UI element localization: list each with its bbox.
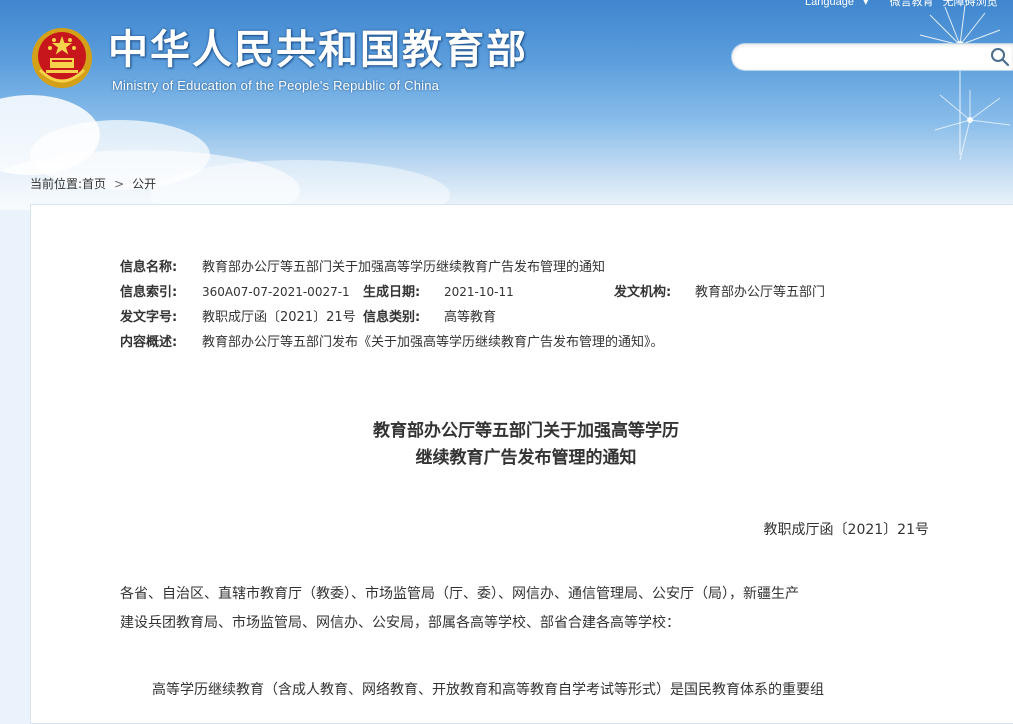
meta-category-label: 信息类别:	[363, 310, 421, 325]
breadcrumb-label: 当前位置:	[30, 177, 83, 191]
weiyan-link[interactable]: 微言教育	[890, 0, 934, 8]
breadcrumb: 当前位置:首页 > 公开	[30, 175, 156, 192]
accessibility-link[interactable]: 无障碍浏览	[943, 0, 998, 8]
document-title: 教育部办公厅等五部门关于加强高等学历 继续教育广告发布管理的通知	[31, 418, 1013, 472]
meta-name-value: 教育部办公厅等五部门关于加强高等学历继续教育广告发布管理的通知	[202, 260, 606, 275]
addressee-paragraph: 各省、自治区、直辖市教育厅（教委）、市场监管局（厅、委）、网信办、通信管理局、公…	[120, 580, 920, 638]
document-title-line: 继续教育广告发布管理的通知	[415, 448, 637, 468]
meta-docno-label: 发文字号:	[120, 310, 178, 325]
body-line: 高等学历继续教育（含成人教育、网络教育、开放教育和高等教育自学考试等形式）是国民…	[152, 682, 824, 698]
site-subtitle: Ministry of Education of the People's Re…	[112, 78, 440, 93]
chevron-down-icon[interactable]: ▾	[863, 0, 869, 8]
meta-org-label: 发文机构:	[614, 285, 672, 300]
content-panel: 信息名称: 教育部办公厅等五部门关于加强高等学历继续教育广告发布管理的通知 信息…	[30, 204, 1013, 724]
meta-name-label: 信息名称:	[120, 260, 178, 275]
meta-index-label: 信息索引:	[120, 285, 178, 300]
breadcrumb-public[interactable]: 公开	[132, 177, 156, 191]
document-number: 教职成厅函〔2021〕21号	[763, 522, 929, 538]
search-box	[731, 43, 1013, 71]
meta-docno-value: 教职成厅函〔2021〕21号	[202, 310, 356, 325]
meta-summary-value: 教育部办公厅等五部门发布《关于加强高等学历继续教育广告发布管理的通知》。	[202, 335, 664, 350]
addressee-line: 各省、自治区、直辖市教育厅（教委）、市场监管局（厅、委）、网信办、通信管理局、公…	[120, 586, 799, 602]
meta-summary-label: 内容概述:	[120, 335, 178, 350]
top-links: Language ▾ 微言教育 无障碍浏览	[805, 0, 1004, 9]
national-emblem-icon[interactable]	[30, 26, 94, 92]
dandelion-decoration	[934, 90, 1011, 161]
meta-org-value: 教育部办公厅等五部门	[695, 285, 826, 300]
meta-date-value: 2021-10-11	[444, 285, 514, 299]
language-link[interactable]: Language	[805, 0, 854, 8]
site-title[interactable]: 中华人民共和国教育部	[108, 26, 528, 74]
breadcrumb-separator: >	[114, 177, 125, 191]
meta-date-label: 生成日期:	[363, 285, 421, 300]
meta-index-value: 360A07-07-2021-0027-1	[202, 285, 350, 299]
search-input[interactable]	[744, 46, 988, 70]
meta-category-value: 高等教育	[444, 310, 497, 325]
document-title-line: 教育部办公厅等五部门关于加强高等学历	[373, 421, 679, 441]
addressee-line: 建设兵团教育局、市场监管局、网信办、公安局，部属各高等学校、部省合建各高等学校：	[120, 615, 680, 631]
body-paragraph: 高等学历继续教育（含成人教育、网络教育、开放教育和高等教育自学考试等形式）是国民…	[120, 676, 920, 705]
search-icon[interactable]	[990, 47, 1010, 67]
breadcrumb-home[interactable]: 首页	[82, 177, 106, 191]
site-header: 中华人民共和国教育部 Ministry of Education of the …	[0, 0, 1013, 210]
